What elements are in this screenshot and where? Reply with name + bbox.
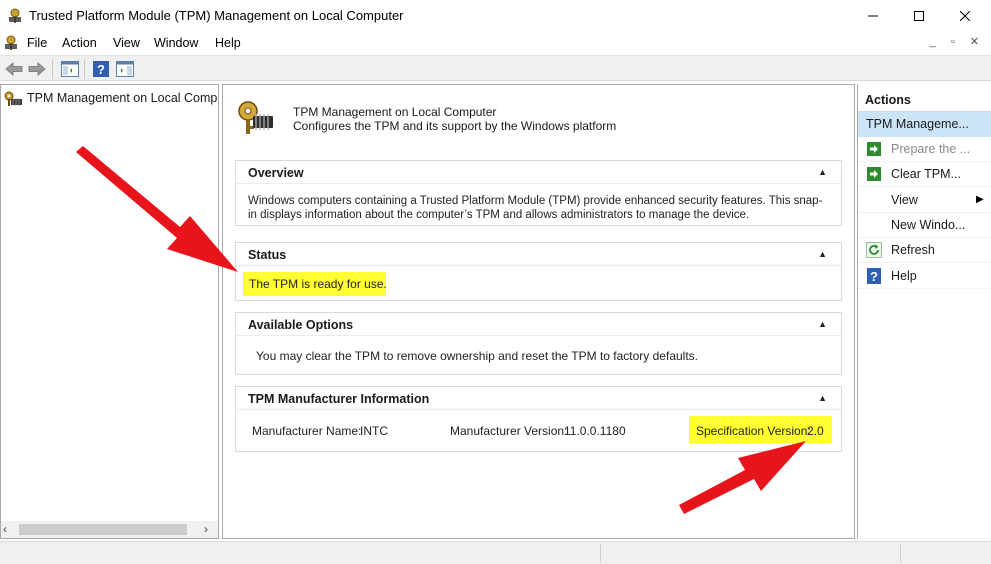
scroll-right-arrow-icon[interactable]: ›: [204, 522, 208, 536]
system-menu-icon[interactable]: [4, 35, 18, 51]
help-icon: ?: [93, 61, 109, 77]
action-refresh[interactable]: Refresh: [858, 238, 991, 263]
status-section-header[interactable]: Status ▲: [236, 243, 841, 266]
manufacturer-info-title: TPM Manufacturer Information: [248, 392, 430, 406]
show-hide-action-pane-icon: [116, 61, 134, 77]
tpm-app-icon: [8, 8, 22, 24]
scrollbar-thumb[interactable]: [19, 524, 187, 535]
toolbar: ?: [0, 55, 991, 81]
close-button[interactable]: [942, 0, 988, 32]
available-options-section: Available Options ▲ You may clear the TP…: [235, 312, 842, 375]
back-button[interactable]: [4, 59, 24, 79]
menu-view[interactable]: View: [113, 36, 140, 50]
menu-file[interactable]: File: [27, 36, 47, 50]
menu-window[interactable]: Window: [154, 36, 198, 50]
horizontal-scrollbar[interactable]: ‹ ›: [1, 521, 218, 538]
refresh-icon: [866, 242, 882, 258]
overview-section: Overview ▲ Windows computers containing …: [235, 160, 842, 226]
status-text: The TPM is ready for use.: [249, 277, 387, 291]
green-arrow-icon: [866, 141, 882, 157]
close-icon: [960, 11, 970, 21]
status-section: Status ▲ The TPM is ready for use.: [235, 242, 842, 301]
mdi-window-buttons[interactable]: _ ▫ ✕: [930, 35, 985, 48]
forward-button[interactable]: [27, 59, 47, 79]
tpm-key-chip-icon: [235, 100, 275, 136]
specification-version-value: 2.0: [807, 424, 824, 438]
submenu-arrow-icon: ▶: [976, 194, 984, 205]
action-new-window[interactable]: New Windo...: [858, 213, 991, 238]
status-bar: [0, 541, 991, 564]
action-label: View: [891, 193, 918, 207]
manufacturer-version-value: 11.0.0.1180: [564, 424, 626, 438]
manufacturer-info-section-header[interactable]: TPM Manufacturer Information ▲: [236, 387, 841, 410]
action-label: Help: [891, 269, 917, 283]
collapse-caret-icon[interactable]: ▲: [818, 393, 827, 403]
scroll-left-arrow-icon[interactable]: ‹: [3, 522, 7, 536]
menu-action[interactable]: Action: [62, 36, 97, 50]
back-icon: [5, 62, 23, 76]
title-bar: Trusted Platform Module (TPM) Management…: [0, 0, 991, 32]
action-view[interactable]: View ▶: [858, 188, 991, 213]
available-options-title: Available Options: [248, 318, 354, 332]
show-hide-action-pane-button[interactable]: [115, 59, 135, 79]
manufacturer-info-section: TPM Manufacturer Information ▲ Manufactu…: [235, 386, 842, 452]
manufacturer-name-label: Manufacturer Name:: [252, 424, 362, 438]
toolbar-separator: [52, 59, 53, 79]
overview-text: Windows computers containing a Trusted P…: [248, 195, 823, 221]
forward-icon: [28, 62, 46, 76]
maximize-icon: [914, 11, 924, 21]
actions-pane: Actions TPM Manageme... Prepare the ... …: [857, 84, 991, 539]
action-label: Refresh: [891, 243, 935, 257]
show-hide-tree-icon: [61, 61, 79, 77]
page-description: Configures the TPM and its support by th…: [293, 119, 617, 133]
specification-version-label: Specification Version:: [696, 424, 811, 438]
action-prepare-tpm[interactable]: Prepare the ...: [858, 137, 991, 162]
result-pane: TPM Management on Local Computer Configu…: [222, 84, 855, 539]
manufacturer-version-label: Manufacturer Version:: [450, 424, 568, 438]
collapse-caret-icon[interactable]: ▲: [818, 319, 827, 329]
green-arrow-icon: [866, 166, 882, 182]
menu-bar: File Action View Window Help _ ▫ ✕: [0, 32, 991, 54]
manufacturer-name-value: INTC: [360, 424, 388, 438]
action-label: New Windo...: [891, 218, 966, 232]
maximize-button[interactable]: [896, 0, 942, 32]
console-tree-pane: TPM Management on Local Compu ‹ ›: [0, 84, 219, 539]
page-title: TPM Management on Local Computer: [293, 105, 497, 119]
window-title: Trusted Platform Module (TPM) Management…: [29, 8, 404, 23]
minimize-icon: [868, 15, 878, 17]
svg-text:?: ?: [870, 269, 878, 284]
status-bar-divider: [600, 544, 601, 563]
help-icon: ?: [866, 268, 882, 284]
available-options-section-header[interactable]: Available Options ▲: [236, 313, 841, 336]
help-button[interactable]: ?: [91, 59, 111, 79]
action-label: Clear TPM...: [891, 167, 961, 181]
toolbar-separator: [84, 59, 85, 79]
tree-item-tpm-management[interactable]: TPM Management on Local Compu: [3, 90, 218, 108]
svg-text:?: ?: [97, 62, 105, 77]
available-options-text: You may clear the TPM to remove ownershi…: [256, 349, 698, 363]
collapse-caret-icon[interactable]: ▲: [818, 167, 827, 177]
action-label: Prepare the ...: [891, 142, 971, 156]
minimize-button[interactable]: [850, 0, 896, 32]
menu-help[interactable]: Help: [215, 36, 241, 50]
actions-title: Actions: [858, 90, 991, 112]
action-help[interactable]: ? Help: [858, 264, 991, 289]
overview-section-header[interactable]: Overview ▲: [236, 161, 841, 184]
actions-group-tpm-management[interactable]: TPM Manageme...: [858, 112, 991, 137]
overview-title: Overview: [248, 166, 304, 180]
tpm-key-chip-icon: [3, 91, 23, 107]
status-bar-divider: [900, 544, 901, 563]
tree-item-label: TPM Management on Local Compu: [27, 91, 218, 105]
status-title: Status: [248, 248, 287, 262]
collapse-caret-icon[interactable]: ▲: [818, 249, 827, 259]
action-clear-tpm[interactable]: Clear TPM...: [858, 162, 991, 187]
show-hide-tree-button[interactable]: [60, 59, 80, 79]
